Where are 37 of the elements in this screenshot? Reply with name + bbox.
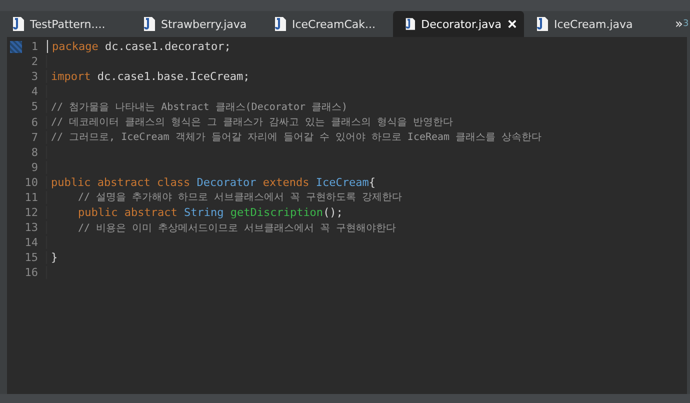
code-line: public abstract String getDiscription();: [78, 206, 343, 220]
java-file-icon: [274, 17, 286, 31]
line-number: 14: [22, 236, 47, 250]
code-line: }: [51, 251, 58, 264]
java-file-icon: [143, 17, 155, 31]
code-line: // 비용은 이미 추상메서드이므로 서브클래스에서 꼭 구현해야한다: [78, 222, 396, 234]
code-line: // 설명을 추가해야 하므로 서브클래스에서 꼭 구현하도록 강제한다: [78, 191, 402, 204]
line-number: 1: [22, 40, 47, 54]
line-number: 11: [22, 190, 47, 204]
code-line: // 그러므로, IceCream 객체가 들어갈 자리에 들어갈 수 있어야 하므로 IceReam 클래스를 상속한다: [51, 131, 542, 144]
editor-tab[interactable]: IceCream.java: [524, 11, 655, 37]
line-number: 5: [22, 100, 47, 114]
line-number: 16: [22, 266, 47, 280]
code-line: import dc.case1.base.IceCream;: [51, 70, 250, 84]
code-line: // 데코레이터 클래스의 형식은 그 클래스가 감싸고 있는 클래스의 형식을 반영한다: [51, 116, 454, 128]
line-number: 13: [22, 221, 47, 234]
editor-tab[interactable]: TestPattern....: [0, 11, 131, 37]
editor-tab[interactable]: Decorator.java: [393, 11, 524, 37]
line-number: 7: [22, 130, 47, 144]
code-line: package dc.case1.decorator;: [52, 40, 231, 54]
code-line: public abstract class Decorator extends IceCream{: [51, 176, 376, 189]
java-file-icon: [536, 17, 548, 31]
editor-tab[interactable]: IceCreamCak...: [262, 11, 393, 37]
line-number: 8: [22, 146, 47, 159]
line-number: 4: [22, 85, 47, 98]
line-number: 2: [22, 55, 47, 68]
line-number: 15: [22, 251, 47, 264]
java-file-icon: [405, 17, 416, 31]
code-line: // 첨가물을 나타내는 Abstract 클래스(Decorator 클래스): [51, 100, 348, 113]
line-number: 3: [22, 70, 47, 84]
close-icon[interactable]: [508, 19, 516, 29]
line-number: 10: [22, 176, 47, 189]
line-number: 9: [22, 160, 47, 174]
line-number: 6: [22, 116, 47, 129]
java-file-icon: [12, 17, 24, 31]
editor-tab[interactable]: Strawberry.java: [131, 11, 262, 37]
line-number: 12: [22, 206, 47, 220]
